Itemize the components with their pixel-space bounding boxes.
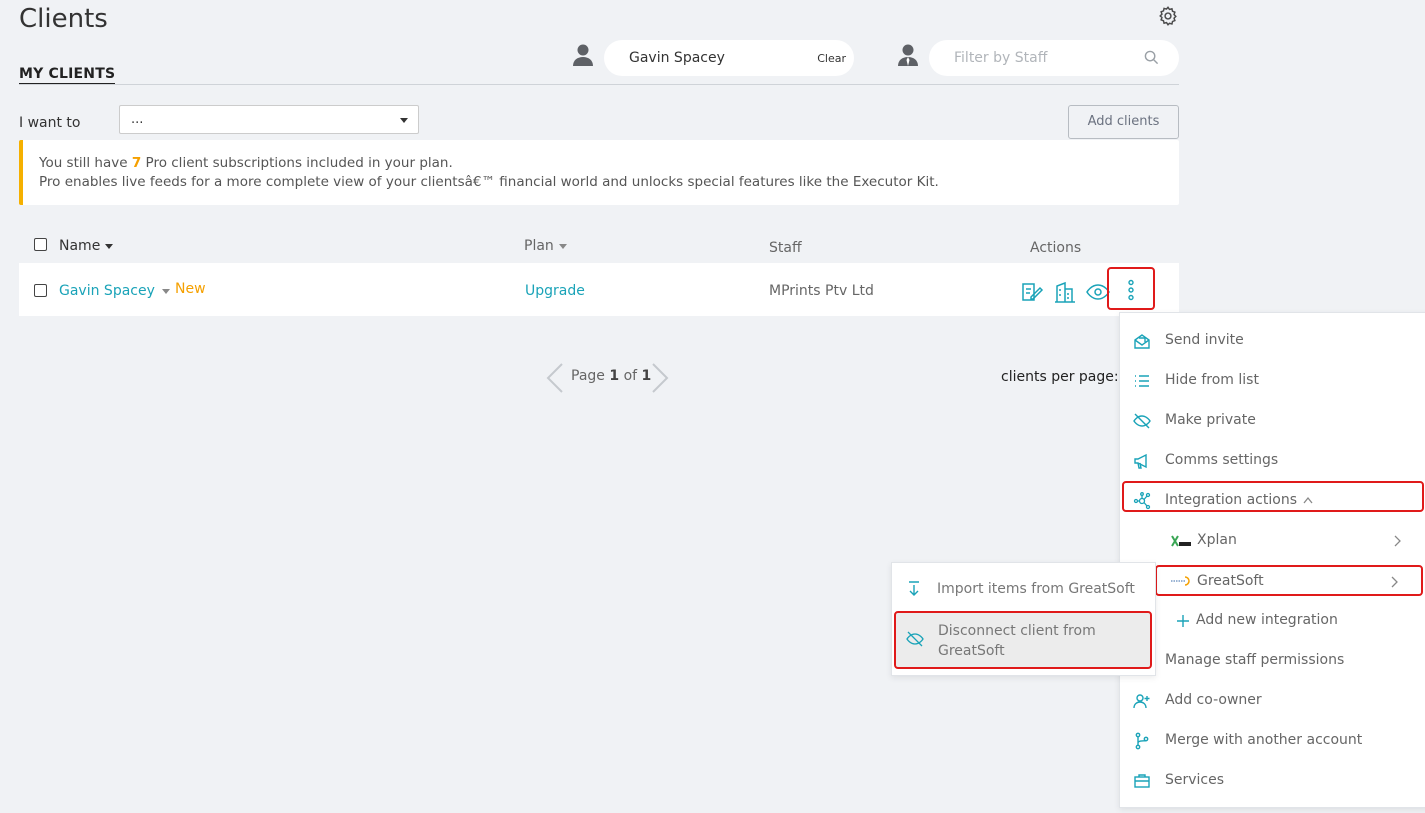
menu-item-make-private[interactable]: Make private — [1120, 401, 1425, 441]
client-filter-value: Gavin Spacey — [629, 50, 725, 66]
chevron-right-icon — [1391, 576, 1398, 588]
more-actions-button[interactable] — [1107, 267, 1155, 310]
clear-button[interactable]: Clear — [817, 52, 846, 65]
add-clients-button[interactable]: Add clients — [1068, 105, 1179, 139]
action-select[interactable]: ... — [119, 105, 419, 134]
client-name-link[interactable]: Gavin Spacey — [59, 283, 170, 299]
next-page-button[interactable] — [650, 362, 670, 394]
column-header-staff: Staff — [769, 240, 802, 256]
edit-document-icon[interactable] — [1020, 281, 1044, 303]
chevron-down-icon[interactable] — [161, 288, 170, 294]
sort-caret-icon — [105, 243, 114, 249]
menu-item-send-invite[interactable]: Send invite — [1120, 321, 1425, 361]
clients-per-page-label: clients per page: — [1001, 369, 1119, 385]
page-indicator: Page 1 of 1 — [571, 368, 652, 384]
upgrade-link[interactable]: Upgrade — [525, 283, 585, 299]
column-header-plan[interactable]: Plan — [524, 238, 567, 254]
menu-item-greatsoft[interactable]: GreatSoft — [1155, 565, 1423, 596]
user-icon — [573, 44, 593, 66]
xplan-logo-icon — [1171, 535, 1191, 547]
arrow-down-icon — [909, 581, 919, 596]
menu-item-merge-account[interactable]: Merge with another account — [1120, 721, 1425, 761]
pro-subscription-banner: You still have 7 Pro client subscription… — [19, 140, 1179, 205]
menu-item-disconnect-greatsoft[interactable]: Disconnect client from GreatSoft — [894, 611, 1152, 669]
column-header-name[interactable]: Name — [59, 238, 114, 254]
caret-down-icon — [400, 118, 408, 123]
i-want-to-label: I want to — [19, 115, 81, 131]
greatsoft-logo-icon — [1171, 576, 1190, 586]
menu-item-add-new-integration[interactable]: Add new integration — [1120, 601, 1425, 641]
megaphone-icon — [1134, 453, 1147, 469]
menu-item-xplan[interactable]: Xplan — [1120, 521, 1425, 561]
menu-item-comms-settings[interactable]: Comms settings — [1120, 441, 1425, 481]
staff-filter-input[interactable]: Filter by Staff — [929, 40, 1179, 76]
menu-item-manage-staff-permissions[interactable]: Manage staff permissions — [1120, 641, 1425, 681]
tab-divider — [19, 84, 1179, 85]
menu-item-add-co-owner[interactable]: Add co-owner — [1120, 681, 1425, 721]
sort-caret-icon — [558, 243, 567, 249]
user-plus-icon — [1133, 694, 1150, 709]
envelope-open-icon — [1134, 334, 1150, 349]
menu-item-hide-from-list[interactable]: Hide from list — [1120, 361, 1425, 401]
chevron-right-icon — [1394, 535, 1401, 547]
pro-count: 7 — [131, 155, 142, 171]
prev-page-button[interactable] — [545, 362, 565, 394]
banner-line-1: You still have 7 Pro client subscription… — [39, 155, 453, 171]
menu-item-services[interactable]: Services — [1120, 761, 1425, 801]
list-icon — [1135, 375, 1149, 387]
greatsoft-submenu: Import items from GreatSoft Disconnect c… — [891, 562, 1156, 676]
eye-slash-icon — [906, 631, 924, 647]
action-select-value: ... — [131, 112, 144, 127]
new-badge: New — [175, 281, 206, 297]
kebab-menu-icon — [1128, 279, 1134, 301]
staff-cell: MPrints Ptv Ltd — [769, 283, 874, 299]
integration-actions-highlight — [1122, 481, 1424, 512]
column-header-actions: Actions — [1030, 240, 1082, 256]
banner-line-2: Pro enables live feeds for a more comple… — [39, 174, 939, 190]
branch-icon — [1135, 732, 1149, 750]
select-all-checkbox[interactable] — [34, 238, 47, 251]
tab-my-clients[interactable]: MY CLIENTS — [19, 66, 116, 85]
client-filter[interactable]: Gavin Spacey Clear — [604, 40, 854, 76]
row-checkbox[interactable] — [34, 284, 47, 297]
search-icon[interactable] — [1144, 50, 1159, 65]
menu-item-import-greatsoft[interactable]: Import items from GreatSoft — [892, 571, 1157, 607]
eye-slash-icon — [1133, 413, 1151, 429]
page-title: Clients — [19, 4, 108, 34]
actions-menu: Send invite Hide from list Make private … — [1119, 312, 1425, 808]
staff-icon — [898, 44, 918, 66]
staff-filter-placeholder: Filter by Staff — [954, 50, 1048, 66]
briefcase-icon — [1134, 774, 1150, 788]
plus-icon — [1177, 615, 1189, 627]
gear-icon[interactable] — [1157, 5, 1179, 27]
building-icon[interactable] — [1053, 281, 1077, 303]
